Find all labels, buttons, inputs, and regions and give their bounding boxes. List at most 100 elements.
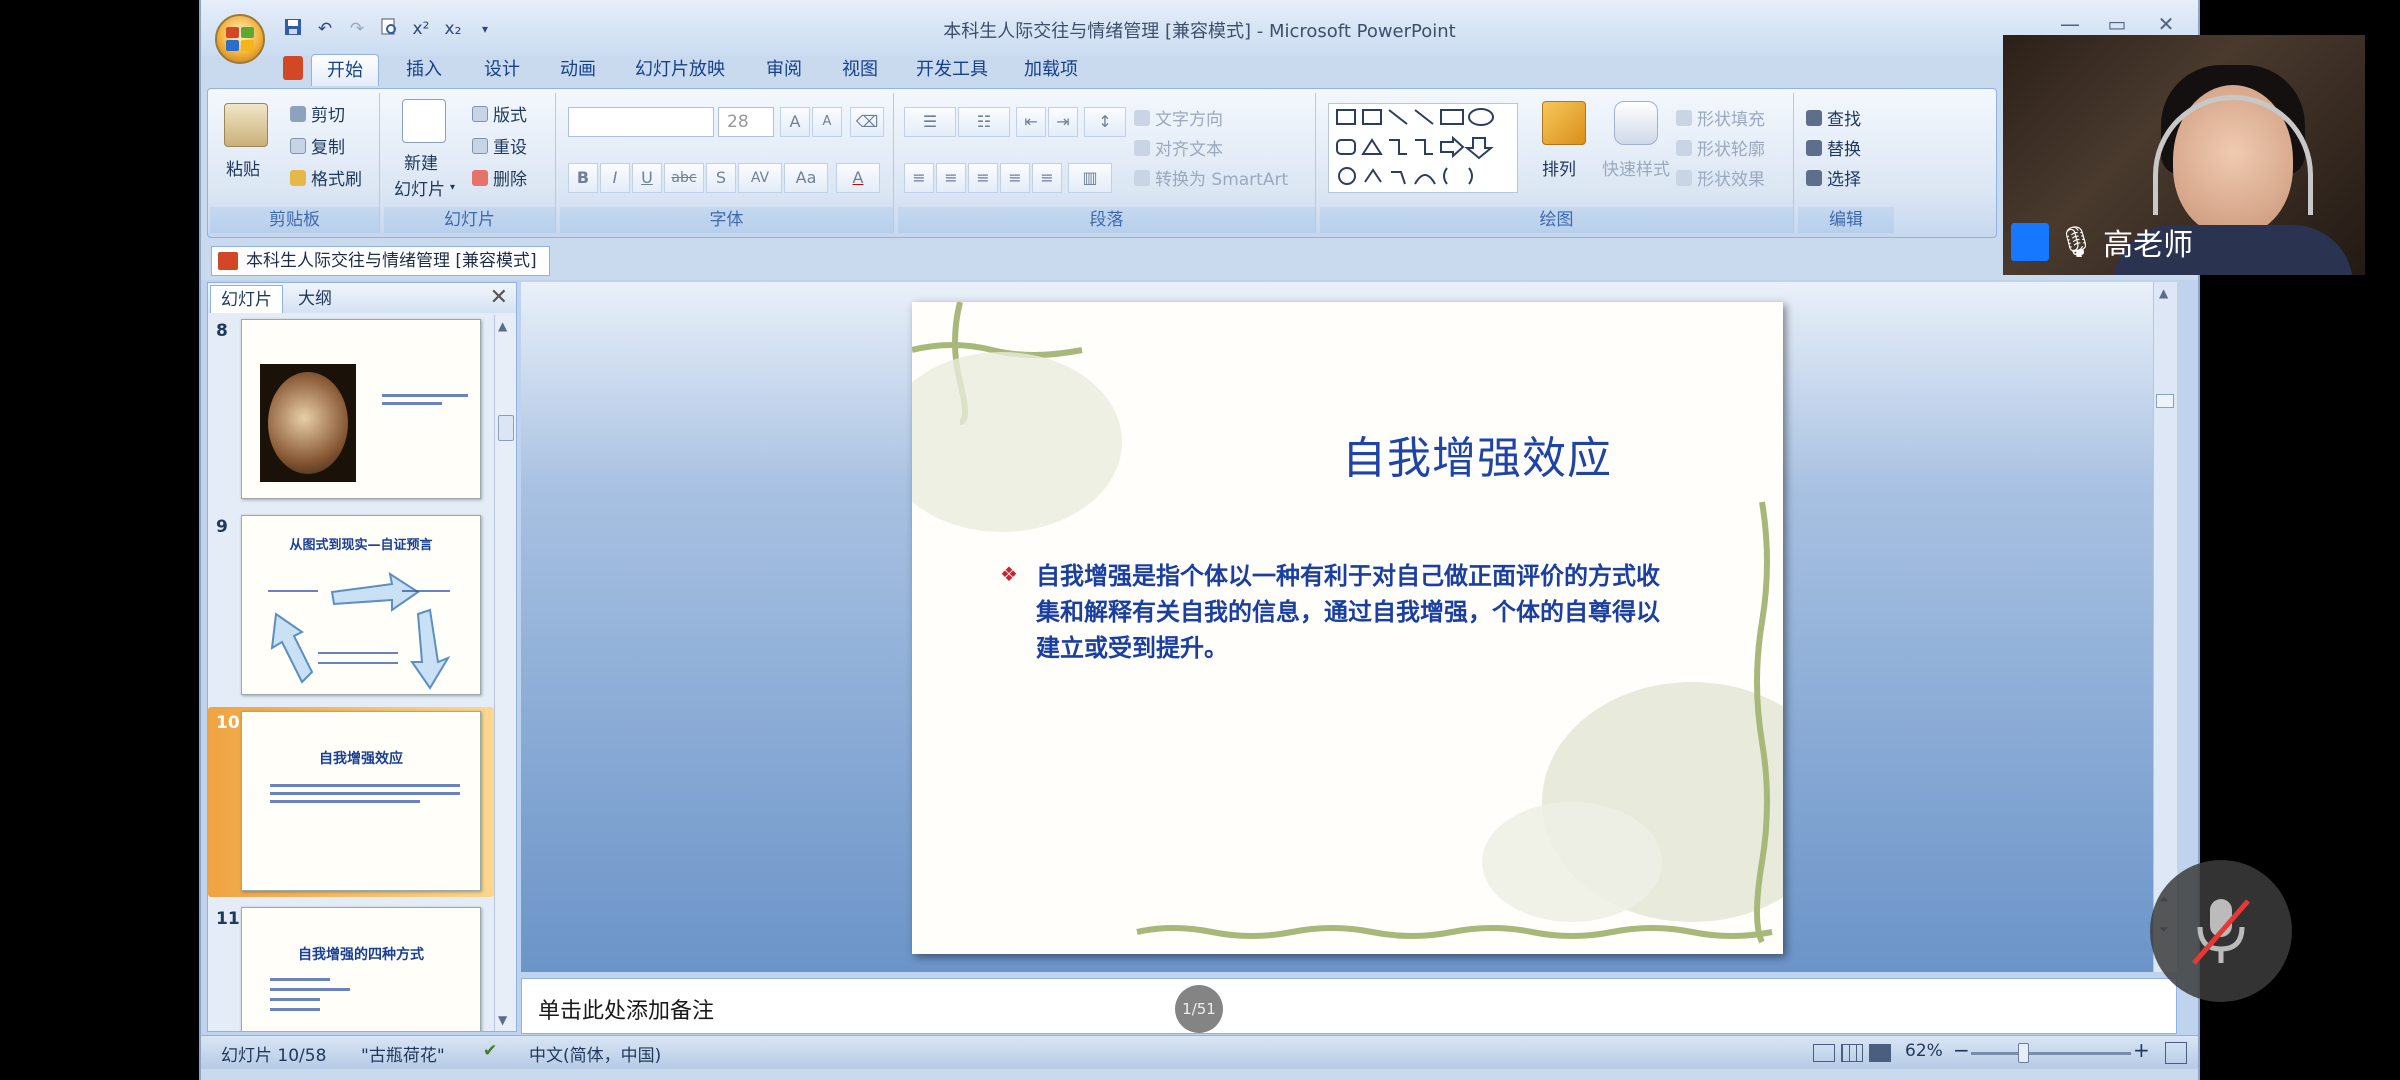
font-color-button[interactable]: A (836, 163, 880, 193)
align-text-icon (1134, 139, 1150, 156)
char-spacing-button[interactable]: AV (738, 163, 782, 193)
underline-button[interactable]: U (632, 163, 662, 193)
scroll-down-icon[interactable]: ▼ (498, 1013, 507, 1027)
zoom-out-button[interactable]: − (1953, 1038, 1970, 1062)
tab-outline[interactable]: 大纲 (288, 285, 342, 313)
clear-format-icon[interactable]: ⌫ (850, 107, 884, 137)
tab-view[interactable]: 视图 (827, 54, 893, 86)
fit-to-window-icon[interactable] (2165, 1042, 2187, 1064)
arrange-button[interactable]: 排列 (1542, 155, 1576, 180)
slide-number: 8 (216, 321, 228, 341)
numbering-button[interactable]: ☷ (958, 107, 1010, 137)
tab-review[interactable]: 审阅 (751, 54, 817, 86)
restore-button[interactable]: ▭ (2097, 10, 2137, 38)
decrease-indent-button[interactable]: ⇤ (1016, 107, 1046, 137)
tab-developer[interactable]: 开发工具 (907, 54, 997, 86)
columns-button[interactable]: ▥ (1068, 163, 1112, 193)
zoom-slider-thumb[interactable] (2018, 1043, 2029, 1063)
slide-body-text[interactable]: 自我增强是指个体以一种有利于对自己做正面评价的方式收集和解释有关自我的信息，通过… (1036, 558, 1676, 666)
scroll-up-icon[interactable]: ▲ (2159, 286, 2168, 300)
zoom-in-button[interactable]: + (2133, 1038, 2150, 1062)
tab-insert[interactable]: 插入 (391, 54, 457, 86)
replace-button[interactable]: 替换 (1806, 135, 1861, 160)
quick-styles-icon (1614, 101, 1658, 145)
shrink-font-button[interactable]: A (812, 107, 842, 137)
change-case-button[interactable]: Aa (784, 163, 828, 193)
cut-button[interactable]: 剪切 (290, 101, 345, 126)
zoom-slider[interactable] (1971, 1052, 2131, 1055)
smartart-icon (1134, 169, 1150, 186)
align-center-button[interactable]: ≡ (936, 163, 966, 193)
font-name-combo[interactable] (568, 107, 714, 137)
zoom-level[interactable]: 62% (1905, 1041, 1943, 1061)
thumbnail-title: 自我增强的四种方式 (298, 947, 424, 963)
tab-addins[interactable]: 加载项 (1013, 54, 1089, 86)
italic-button[interactable]: I (600, 163, 630, 193)
tab-home[interactable]: 开始 (311, 54, 379, 86)
document-tab[interactable]: 本科生人际交往与情绪管理 [兼容模式] (211, 246, 550, 276)
bold-button[interactable]: B (568, 163, 598, 193)
canvas-scrollbar[interactable]: ▲ ⏶ ⏷ (2153, 282, 2177, 972)
tab-slideshow[interactable]: 幻灯片放映 (625, 54, 735, 86)
normal-view-icon[interactable] (1813, 1044, 1835, 1062)
paste-button[interactable]: 粘贴 (226, 155, 260, 180)
distribute-button[interactable]: ≡ (1032, 163, 1062, 193)
scroll-thumb[interactable] (498, 415, 514, 441)
text-line (318, 652, 398, 654)
current-slide[interactable]: 自我增强效应 ❖ 自我增强是指个体以一种有利于对自己做正面评价的方式收集和解释有… (912, 302, 1783, 954)
reset-button[interactable]: 重设 (472, 133, 527, 158)
new-slide-button[interactable]: 新建 (404, 149, 438, 174)
smartart-button[interactable]: 转换为 SmartArt (1134, 165, 1288, 190)
slide-sorter-icon[interactable] (1841, 1044, 1863, 1062)
shape-fill-button[interactable]: 形状填充 (1676, 105, 1765, 130)
thumbnail-slide-10[interactable]: 10 自我增强效应 (208, 707, 494, 897)
pane-scrollbar[interactable]: ▲ ▼ (494, 315, 516, 1031)
line-spacing-button[interactable]: ↕ (1084, 107, 1126, 137)
minimize-button[interactable]: — (2050, 10, 2090, 38)
strikethrough-button[interactable]: abc (664, 163, 704, 193)
new-slide-dropdown[interactable]: 幻灯片 ▾ (394, 175, 455, 200)
tab-animation[interactable]: 动画 (545, 54, 611, 86)
find-button[interactable]: 查找 (1806, 105, 1861, 130)
close-pane-icon[interactable]: ✕ (490, 285, 508, 310)
spellcheck-icon[interactable]: ✔ (483, 1041, 497, 1061)
grow-font-button[interactable]: A (780, 107, 810, 137)
mute-microphone-button[interactable] (2150, 860, 2292, 1002)
tab-design[interactable]: 设计 (469, 54, 535, 86)
office-addin-icon[interactable] (283, 56, 303, 80)
slide-title[interactable]: 自我增强效应 (912, 422, 1783, 486)
align-text-button[interactable]: 对齐文本 (1134, 135, 1223, 160)
text-direction-button[interactable]: 文字方向 (1134, 105, 1223, 130)
thumbnail-slide-8[interactable]: 8 (208, 315, 494, 505)
language[interactable]: 中文(简体，中国) (529, 1041, 661, 1066)
select-button[interactable]: 选择 (1806, 165, 1861, 190)
shape-effects-button[interactable]: 形状效果 (1676, 165, 1765, 190)
tab-slides[interactable]: 幻灯片 (210, 285, 283, 313)
align-right-button[interactable]: ≡ (968, 163, 998, 193)
close-button[interactable]: ✕ (2146, 10, 2186, 38)
justify-button[interactable]: ≡ (1000, 163, 1030, 193)
shape-outline-button[interactable]: 形状轮廓 (1676, 135, 1765, 160)
shadow-button[interactable]: S (706, 163, 736, 193)
layout-button[interactable]: 版式 (472, 101, 527, 126)
cycle-arrows-icon (270, 571, 451, 690)
delete-slide-button[interactable]: 删除 (472, 165, 527, 190)
notes-pane[interactable]: 单击此处添加备注 (521, 978, 2177, 1034)
shapes-gallery[interactable] (1328, 103, 1518, 193)
increase-indent-button[interactable]: ⇥ (1048, 107, 1078, 137)
thumbnail-slide-9[interactable]: 9 从图式到现实—自证预言 (208, 511, 494, 701)
quick-styles-button[interactable]: 快速样式 (1602, 155, 1670, 180)
thumbnail-slide-11[interactable]: 11 自我增强的四种方式 (208, 903, 494, 1031)
font-size-combo[interactable]: 28 (718, 107, 774, 137)
scroll-up-icon[interactable]: ▲ (498, 319, 507, 333)
align-left-button[interactable]: ≡ (904, 163, 934, 193)
bullets-button[interactable]: ☰ (904, 107, 956, 137)
cursor-icon (1806, 169, 1822, 186)
copy-button[interactable]: 复制 (290, 133, 345, 158)
microphone-muted-icon (2192, 899, 2250, 965)
office-button[interactable] (215, 14, 265, 64)
ribbon: 粘贴 剪切 复制 格式刷 剪贴板 新建 幻灯片 ▾ 版式 重设 删除 幻灯片 28… (207, 88, 1997, 238)
format-painter-button[interactable]: 格式刷 (290, 165, 362, 190)
slideshow-view-icon[interactable] (1869, 1044, 1891, 1062)
scroll-thumb[interactable] (2156, 394, 2174, 408)
